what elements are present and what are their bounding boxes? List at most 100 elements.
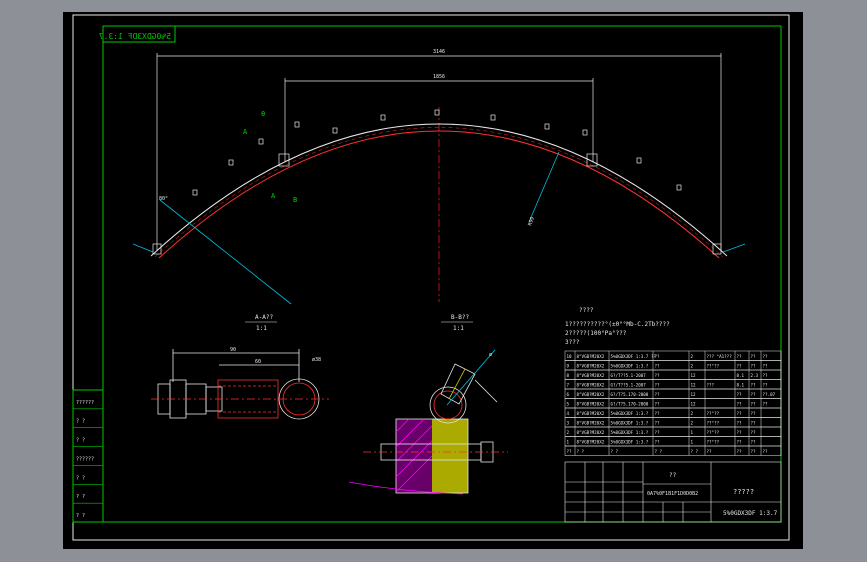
left-block-cell: ??????	[76, 456, 94, 462]
bom-cell: 12	[691, 392, 697, 397]
bom-cell: ??	[655, 411, 661, 416]
bom-cell: ??°??	[707, 440, 720, 445]
svg-text:B-B??: B-B??	[451, 314, 469, 321]
bom-cell: ??	[567, 449, 573, 454]
left-block-cell: ? ?	[76, 438, 85, 444]
len-dim: 90	[230, 347, 236, 353]
drawing-code: 5%0GDX3DF 1:3.7	[723, 510, 778, 517]
bom-cell: 10	[567, 354, 573, 359]
bom-cell: ? ?	[655, 449, 663, 454]
bom-cell: 8°VGB?M20X2	[577, 373, 605, 378]
bom-cell: 3	[567, 421, 570, 426]
section-b-view	[348, 349, 508, 495]
bom-cell: 8°VGB?M20X2	[577, 440, 605, 445]
arch-studs	[152, 109, 722, 255]
stamp-text: 5%0GDX3DF 1:3.7	[99, 32, 171, 41]
section-a-title: A-A?? 1:1	[245, 314, 277, 332]
bom-cell: ? ?	[691, 449, 699, 454]
bom-cell: ??	[763, 402, 769, 407]
bom-cell: 5%0GDX3DF 1:3.7 ??	[611, 354, 657, 359]
left-angle-dim: 80°	[159, 196, 168, 202]
bom-cell: ??	[707, 449, 713, 454]
left-block-cells: ?????? ? ? ? ??????? ? ? ? ? ? ?	[73, 389, 103, 519]
bom-cell: ??	[737, 430, 743, 435]
bom-cell: 2	[567, 430, 570, 435]
bom-row	[564, 445, 782, 456]
left-block-cell: ? ?	[76, 494, 85, 500]
bom-cell: 8°VGB?M20X2	[577, 402, 605, 407]
drawing-name: ?????	[733, 488, 754, 496]
drawing-canvas[interactable]: 5%0GDX3DF 1:3.7 3 1 4 6 1856 80° R99 θ A A …	[63, 12, 803, 549]
bom-cell: 8.1	[737, 383, 745, 388]
bom-cell: 2	[691, 364, 694, 369]
bom-cell: 12	[691, 383, 697, 388]
bom-cell: 5%0GDX3DF 1:3.?	[611, 411, 649, 416]
bom-cell: 8°VGB?M20X2	[577, 392, 605, 397]
bom-cell: ??.07	[763, 392, 776, 397]
bom-cell: 2	[691, 411, 694, 416]
bom-cell: ??	[655, 392, 661, 397]
bom-cell: ??°??	[707, 364, 720, 369]
bom-cell: 8°VGB?M20X2	[577, 411, 605, 416]
drawing-number: 0A7%0F1B1F1D0D0B2	[647, 491, 698, 497]
notes-line-3: 3???	[565, 339, 580, 346]
bom-cell: ? ?	[611, 449, 619, 454]
bom-cell: 2.3	[751, 373, 759, 378]
dia-dim: ø38	[312, 357, 321, 363]
bom-cell: ??	[655, 430, 661, 435]
left-block-cell: ??????	[76, 400, 94, 406]
notes-line-1: 1??????????°(±0°°Mb-C.2Tb????	[565, 321, 670, 328]
bom-cell: 2	[691, 354, 694, 359]
bom-cell: 1	[691, 440, 694, 445]
cad-viewport[interactable]: 5%0GDX3DF 1:3.7 3 1 4 6 1856 80° R99 θ A A …	[63, 12, 803, 549]
bom-cell: 8°VGB?M20X2	[577, 383, 605, 388]
bom-cell: ??	[737, 392, 743, 397]
bom-cell: ??	[751, 449, 757, 454]
bom-cell: ??°??	[707, 430, 720, 435]
bom-cell: ??? °A1???	[707, 354, 733, 359]
bom-cell: 4	[567, 411, 570, 416]
bom-cell: ??	[655, 402, 661, 407]
bom-cell: ??	[751, 411, 757, 416]
bom-cell: ??	[737, 449, 743, 454]
bom-cell: ??	[655, 373, 661, 378]
bom-cell: 8.1	[737, 373, 745, 378]
bom-cell: 8°VGB?M20X2	[577, 354, 605, 359]
svg-text:1:1: 1:1	[256, 325, 267, 332]
bom-cell: ??	[655, 421, 661, 426]
bom-cell: ??	[737, 411, 743, 416]
right-angle-dim: R99	[527, 216, 536, 227]
bom-cell: 2	[691, 421, 694, 426]
bom-cell: G?/T?5.170-2000	[611, 402, 649, 407]
bom-cell: G?/T?5.170-2000	[611, 392, 649, 397]
b-mark: B	[293, 196, 297, 204]
bom-cell: ??	[763, 373, 769, 378]
bom-cell: 12	[691, 402, 697, 407]
bom-table: 10 8°VGB?M20X2 5%0GDX3DF 1:3.7 ???? 2 ??? °A…	[564, 350, 782, 456]
bom-cell: ??	[737, 440, 743, 445]
bom-cell: ??°??	[707, 411, 720, 416]
bom-cell: ??	[751, 364, 757, 369]
bom-cell: ??	[763, 364, 769, 369]
theta-mark: θ	[261, 110, 265, 118]
len2-dim: 60	[255, 359, 261, 365]
inner-span-dim: 1856	[433, 74, 445, 80]
bom-cell: ??	[751, 383, 757, 388]
bom-cell: ??	[751, 354, 757, 359]
bom-cell: 5%0GDX3DF 1:3.?	[611, 430, 649, 435]
bom-cell: 5%0GDX3DF 1:3.?	[611, 421, 649, 426]
bom-cell: ??	[737, 421, 743, 426]
bom-cell: ??	[751, 402, 757, 407]
bom-cell: 7	[567, 383, 570, 388]
bom-cell: ??	[751, 430, 757, 435]
left-block-cell: ? ?	[76, 419, 85, 425]
notes-line-2: 2?????(100°Pa°???	[565, 330, 627, 337]
bom-cell: 6	[567, 392, 570, 397]
bom-cell: 5%0GDX3DF 1:3.?	[611, 364, 649, 369]
bom-cell: ??	[763, 383, 769, 388]
section-a-view	[151, 349, 329, 420]
bom-cell: G?/T??5.1-2007	[611, 383, 647, 388]
bom-cell: G?/T??5.1-2007	[611, 373, 647, 378]
bom-cell: ??	[737, 364, 743, 369]
bom-cell: ??	[655, 364, 661, 369]
